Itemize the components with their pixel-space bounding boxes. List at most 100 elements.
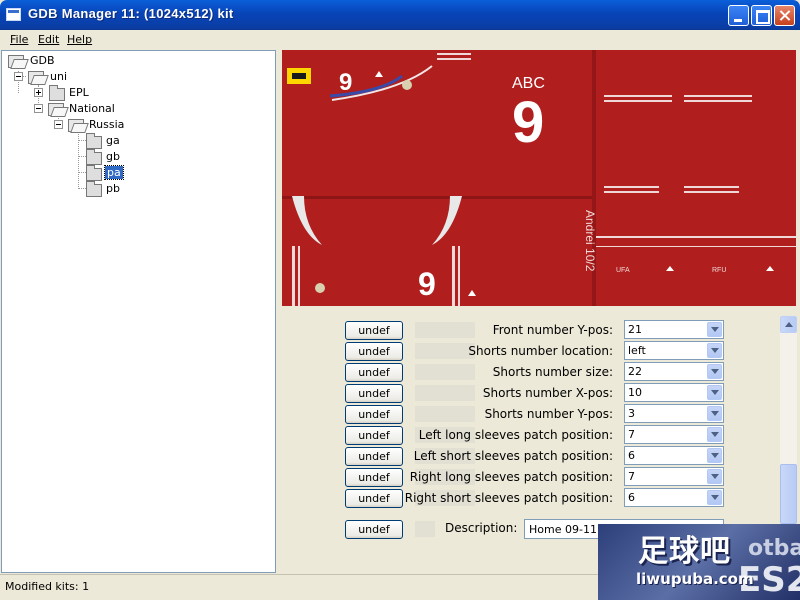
field-select[interactable]: left: [624, 341, 724, 360]
status-text: Modified kits: 1: [5, 580, 90, 593]
folder-icon: [86, 133, 102, 149]
field-label: Right long sleeves patch position:: [409, 470, 613, 484]
sleeve-stripe: [684, 100, 752, 102]
folder-open-icon: [48, 103, 64, 116]
tree-node-gdb[interactable]: GDB: [8, 53, 68, 69]
tree-node-national[interactable]: National: [32, 101, 132, 117]
collapse-icon[interactable]: [34, 104, 43, 113]
select-value: 6: [628, 491, 635, 504]
sleeve-stripe: [604, 95, 672, 97]
sleeve-stripe: [604, 191, 659, 193]
dropdown-arrow-icon[interactable]: [707, 406, 722, 421]
tree-node-kit-ga[interactable]: ga: [86, 133, 146, 149]
collapse-icon[interactable]: [54, 120, 63, 129]
select-value: 6: [628, 449, 635, 462]
sleeve-stripe: [684, 191, 739, 193]
kit-tree-view[interactable]: GDB uni EPL National Russia ga gb pa pb: [1, 50, 276, 573]
menu-file[interactable]: File: [10, 33, 28, 46]
kit-texture-preview: 9 ABC 9 Andrei 10/2 9 UFA RFU: [282, 50, 796, 306]
shorts-stripe: [298, 246, 300, 306]
select-value: 10: [628, 386, 642, 399]
sleeve-stripe: [604, 100, 672, 102]
label-background: [415, 385, 475, 401]
tree-node-uni[interactable]: uni: [12, 69, 92, 85]
field-select[interactable]: 3: [624, 404, 724, 423]
scroll-thumb[interactable]: [780, 464, 797, 524]
label-background: [415, 406, 475, 422]
tree-node-kit-pa[interactable]: pa: [86, 165, 146, 181]
undef-button[interactable]: undef: [345, 384, 403, 403]
dropdown-arrow-icon[interactable]: [707, 343, 722, 358]
label-background: [415, 322, 475, 338]
dropdown-arrow-icon[interactable]: [707, 385, 722, 400]
tree-guide-line: [78, 172, 86, 173]
undef-button[interactable]: undef: [345, 363, 403, 382]
select-value: left: [628, 344, 646, 357]
sleeve-stripe: [604, 186, 659, 188]
dropdown-arrow-icon[interactable]: [707, 322, 722, 337]
field-label: Right short sleeves patch position:: [404, 491, 613, 505]
undef-button[interactable]: undef: [345, 426, 403, 445]
scroll-up-button[interactable]: [780, 316, 797, 333]
select-value: 21: [628, 323, 642, 336]
shorts-stripe: [292, 246, 295, 306]
undef-button[interactable]: undef: [345, 321, 403, 340]
tree-node-label: gb: [106, 150, 120, 163]
undef-button[interactable]: undef: [345, 342, 403, 361]
sponsor-patch-mark: [292, 73, 306, 79]
panel-divider: [282, 196, 592, 199]
field-select[interactable]: 10: [624, 383, 724, 402]
dropdown-arrow-icon[interactable]: [707, 448, 722, 463]
tree-node-kit-pb[interactable]: pb: [86, 181, 146, 197]
tree-node-label: uni: [50, 70, 67, 83]
field-label: Left short sleeves patch position:: [413, 449, 613, 463]
undef-button[interactable]: undef: [345, 447, 403, 466]
maximize-button[interactable]: [751, 5, 772, 26]
field-select[interactable]: 6: [624, 488, 724, 507]
select-value: 22: [628, 365, 642, 378]
back-lower-right-text: RFU: [712, 267, 726, 274]
field-select[interactable]: 6: [624, 446, 724, 465]
description-undef-button[interactable]: undef: [345, 520, 403, 539]
collapse-icon[interactable]: [14, 72, 23, 81]
undef-button[interactable]: undef: [345, 405, 403, 424]
minimize-button[interactable]: [728, 5, 749, 26]
folder-icon: [86, 165, 102, 181]
tree-node-label-selected: pa: [104, 165, 124, 180]
tree-node-kit-gb[interactable]: gb: [86, 149, 146, 165]
tree-guide-line: [78, 156, 86, 157]
tree-node-russia[interactable]: Russia: [52, 117, 152, 133]
select-value: 7: [628, 428, 635, 441]
field-label: Shorts number size:: [492, 365, 613, 379]
expand-icon[interactable]: [34, 88, 43, 97]
menu-bar: File Edit Help: [0, 30, 800, 49]
menu-help[interactable]: Help: [67, 33, 92, 46]
undef-button[interactable]: undef: [345, 489, 403, 508]
tree-node-epl[interactable]: EPL: [32, 85, 112, 101]
dropdown-arrow-icon[interactable]: [707, 364, 722, 379]
menu-edit[interactable]: Edit: [38, 33, 59, 46]
close-button[interactable]: [774, 5, 795, 26]
field-label: Left long sleeves patch position:: [418, 428, 613, 442]
select-value: 7: [628, 470, 635, 483]
undef-button[interactable]: undef: [345, 468, 403, 487]
back-number-text: 9: [512, 90, 544, 155]
field-label: Shorts number location:: [468, 344, 613, 358]
tree-node-label: pb: [106, 182, 120, 195]
field-select[interactable]: 7: [624, 467, 724, 486]
panel-divider: [596, 236, 796, 238]
title-bar: GDB Manager 11: (1024x512) kit: [0, 0, 800, 30]
watermark-url-text: liwupuba.com: [636, 570, 754, 588]
dropdown-arrow-icon[interactable]: [707, 469, 722, 484]
field-select[interactable]: 22: [624, 362, 724, 381]
field-select[interactable]: 7: [624, 425, 724, 444]
label-background: [415, 343, 475, 359]
dropdown-arrow-icon[interactable]: [707, 427, 722, 442]
field-select[interactable]: 21: [624, 320, 724, 339]
app-icon: [6, 8, 21, 21]
tree-node-label: GDB: [30, 54, 55, 67]
dropdown-arrow-icon[interactable]: [707, 490, 722, 505]
folder-icon: [86, 149, 102, 165]
sleeve-stripe: [684, 95, 752, 97]
folder-open-icon: [8, 55, 24, 68]
